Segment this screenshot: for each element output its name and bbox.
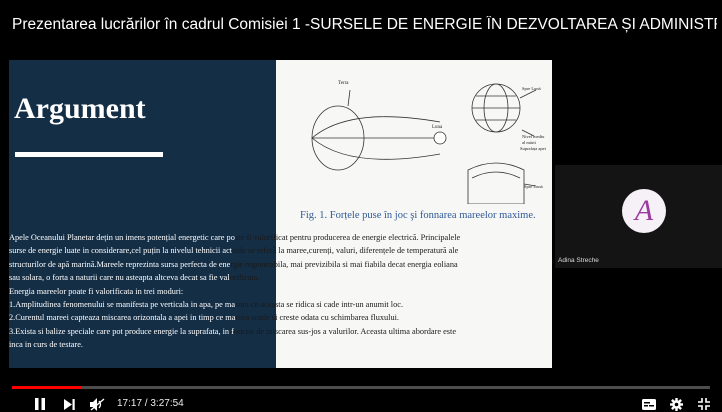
avatar: A <box>622 189 666 233</box>
globe-bottom <box>467 162 525 204</box>
tide-diagram: Terra Luna Spre Lună Nivel mediu al mări… <box>311 81 547 204</box>
figure-caption: Fig. 1. Forțele puse în joc şi fonnarea … <box>300 210 536 221</box>
exit-fullscreen-button[interactable] <box>698 396 710 412</box>
body-line-segment-dark: Apele Oceanului Planetar dețin un imens … <box>9 233 235 242</box>
next-icon <box>64 398 75 410</box>
body-line-segment-light: unctie de miscarea sus-jos a valurilor. … <box>233 326 457 336</box>
heading-underline <box>15 152 163 157</box>
participant-name: Adina Streche <box>558 257 599 264</box>
body-line-segment-dark: inca in curs de testare. <box>9 340 83 350</box>
body-line-segment-dark: sau solara, o forta a naturii care nu as… <box>9 273 230 283</box>
moon-circle <box>433 131 447 145</box>
exit-fullscreen-icon <box>698 398 710 410</box>
progress-bar[interactable] <box>12 386 710 389</box>
body-line-segment-dark: 3.Exista si balize speciale care pot pro… <box>9 326 234 336</box>
label-nivel-mediu: Nivel mediu <box>522 134 545 139</box>
body-line-segment-dark: Energia mareelor poate fi valorificata i… <box>9 286 184 296</box>
time-display: 17:17 / 3:27:54 <box>117 398 184 409</box>
mute-button[interactable] <box>90 396 106 412</box>
label-suprafata-apei: Suprafața apei <box>520 146 547 151</box>
time-total: 3:27:54 <box>150 398 184 409</box>
label-al-marii: al mării <box>522 140 537 145</box>
body-line: 1.Amplitudinea fenomenului se manifesta … <box>9 298 553 311</box>
body-line-segment-dark: surse de energie luate in considerare,ce… <box>9 246 233 256</box>
body-line: Apele Oceanului Planetar dețin un imens … <box>9 231 553 244</box>
terra-pointer <box>347 89 351 107</box>
body-line: surse de energie luate in considerare,ce… <box>9 244 553 257</box>
volume-muted-icon <box>90 397 105 411</box>
body-line-segment-light: reea scade si creste odata cu schimbarea… <box>235 313 400 323</box>
subtitles-button[interactable] <box>642 396 656 412</box>
label-spre-luna-top: Spre Lună <box>522 86 541 91</box>
next-button[interactable] <box>64 396 75 412</box>
body-line-segment-light: rgie regenerabila, mai previzibila si ma… <box>230 259 458 269</box>
body-line: structurilor de apă marină.Mareele repre… <box>9 258 553 271</box>
label-luna: Luna <box>432 125 443 130</box>
body-line-segment-dark: 1.Amplitudinea fenomenului se manifesta … <box>9 300 236 310</box>
pause-button[interactable] <box>34 396 46 412</box>
progress-played <box>12 386 82 389</box>
body-line-segment-dark: 2.Curentul mareei capteaza miscarea oriz… <box>9 313 236 323</box>
body-line-segment-light: sura ce aceasta se ridica si cade intr-u… <box>235 300 404 310</box>
label-spre-luna-bottom: Spre Lună <box>524 184 543 189</box>
body-line: 3.Exista si balize speciale care pot pro… <box>9 325 553 338</box>
force-line-top <box>311 116 441 139</box>
body-line: 2.Curentul mareei capteaza miscarea oriz… <box>9 311 553 324</box>
avatar-letter: A <box>634 194 654 227</box>
body-line: Energia mareelor poate fi valorificata i… <box>9 285 553 298</box>
body-line: sau solara, o forta a naturii care nu as… <box>9 271 553 284</box>
label-terra: Terra <box>338 81 349 86</box>
pause-icon <box>35 398 45 410</box>
settings-button[interactable] <box>670 396 683 412</box>
force-line-bottom <box>311 137 441 160</box>
settings-icon <box>670 397 683 411</box>
body-line-segment-dark: structurilor de apă marină.Mareele repre… <box>9 259 231 269</box>
video-title: Prezentarea lucrărilor în cadrul Comisie… <box>12 16 717 33</box>
body-line-segment-light: ate fi valorificat pentru producerea de … <box>234 233 461 242</box>
body-line-segment-light: orificata. <box>229 273 260 283</box>
time-current: 17:17 <box>117 398 143 409</box>
slide-body-text: Apele Oceanului Planetar dețin un imens … <box>9 231 553 352</box>
body-line-segment-light: uale se referă la maree,curenți, valuri,… <box>232 246 459 256</box>
body-line: inca in curs de testare. <box>9 338 553 351</box>
slide-heading: Argument <box>14 92 146 125</box>
subtitles-icon <box>642 398 656 410</box>
